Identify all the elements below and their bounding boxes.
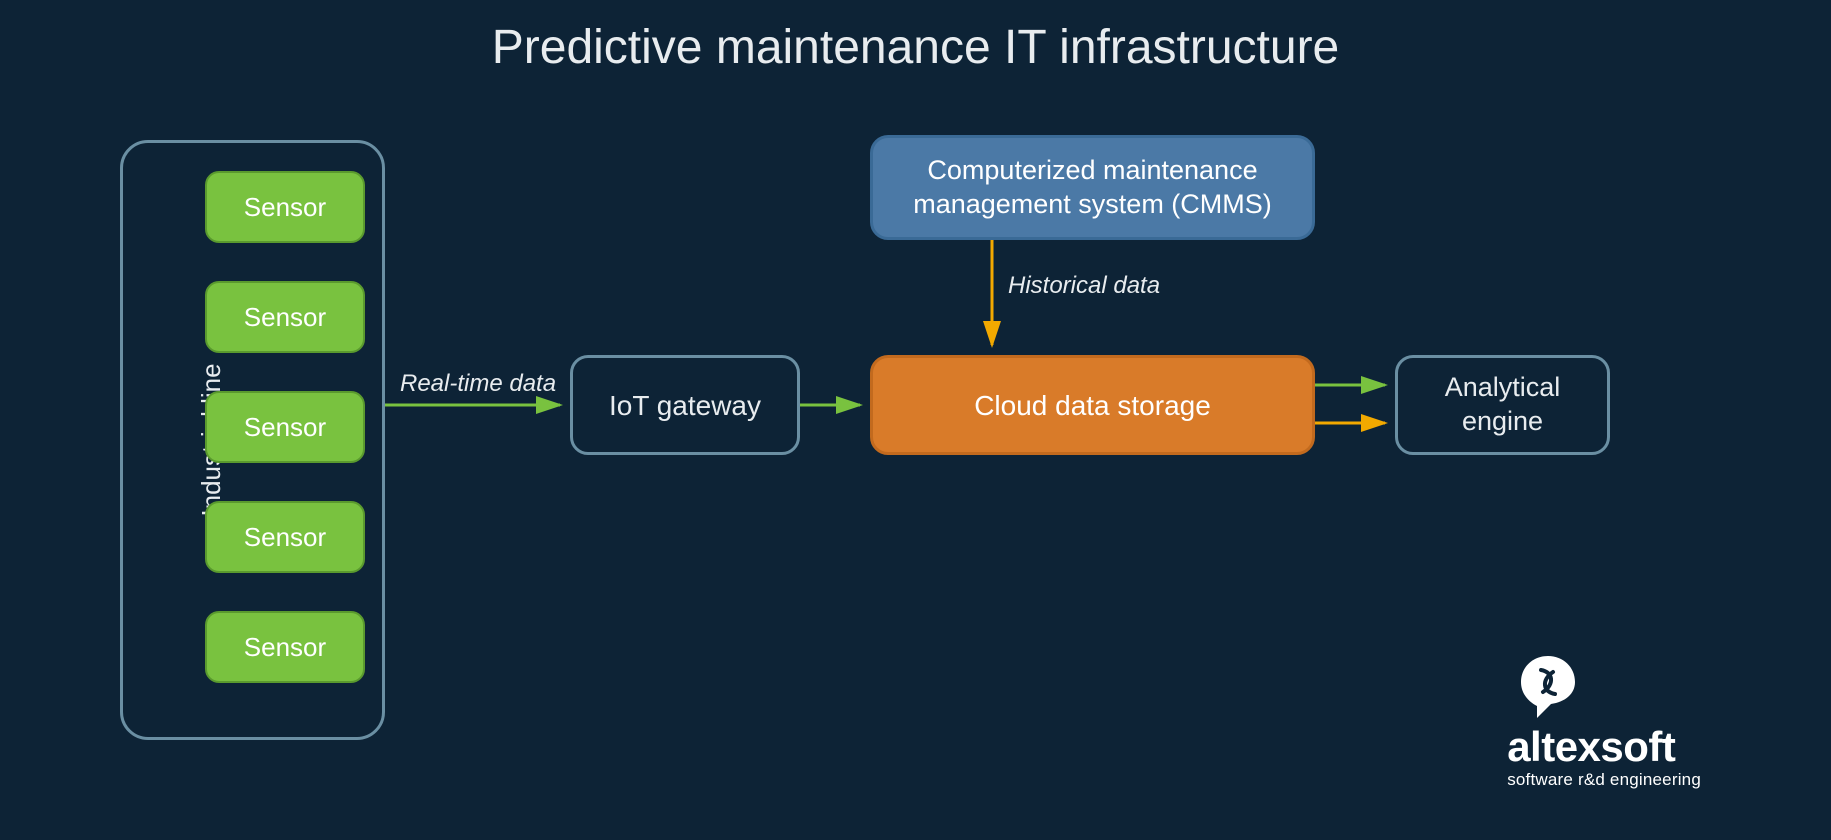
sensor-box: Sensor bbox=[205, 501, 365, 573]
arrow-industrial-to-iot bbox=[385, 400, 570, 420]
diagram-title: Predictive maintenance IT infrastructure bbox=[0, 20, 1831, 75]
industrial-line-container: Industrial line Sensor Sensor Sensor Sen… bbox=[120, 140, 385, 740]
arrow-cloud-to-analytical-yellow bbox=[1315, 418, 1395, 438]
sensor-box: Sensor bbox=[205, 391, 365, 463]
brand-logo: altexsoft software r&d engineering bbox=[1507, 652, 1701, 790]
sensor-box: Sensor bbox=[205, 171, 365, 243]
historical-data-label: Historical data bbox=[1008, 272, 1160, 300]
iot-gateway-node: IoT gateway bbox=[570, 355, 800, 455]
arrow-cloud-to-analytical-green bbox=[1315, 380, 1395, 400]
logo-name: altexsoft bbox=[1507, 726, 1701, 768]
sensor-box: Sensor bbox=[205, 611, 365, 683]
logo-icon bbox=[1513, 652, 1583, 722]
real-time-data-label: Real-time data bbox=[400, 370, 556, 398]
cmms-node: Computerized maintenance management syst… bbox=[870, 135, 1315, 240]
cloud-storage-node: Cloud data storage bbox=[870, 355, 1315, 455]
sensor-list: Sensor Sensor Sensor Sensor Sensor bbox=[205, 171, 365, 683]
arrow-cmms-to-cloud bbox=[980, 240, 1010, 355]
arrow-iot-to-cloud bbox=[800, 400, 870, 420]
logo-tagline: software r&d engineering bbox=[1507, 770, 1701, 790]
sensor-box: Sensor bbox=[205, 281, 365, 353]
analytical-engine-node: Analytical engine bbox=[1395, 355, 1610, 455]
